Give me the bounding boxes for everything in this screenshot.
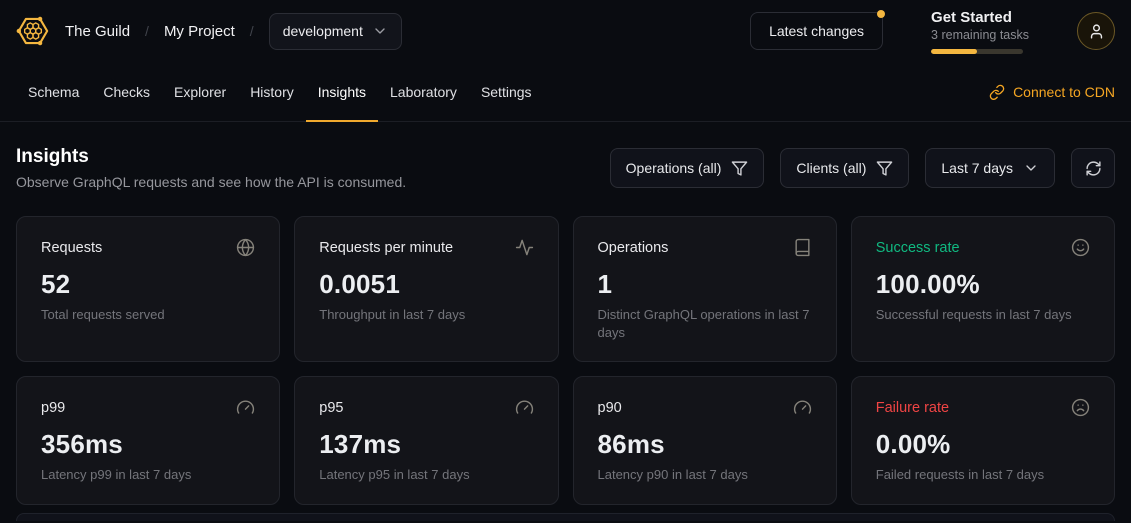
filter-icon	[731, 160, 748, 177]
card-title: Operations	[598, 240, 669, 256]
chevron-down-icon	[1023, 160, 1039, 176]
gauge-icon	[236, 398, 255, 417]
card-title: p90	[598, 400, 622, 416]
tab-label: History	[250, 84, 294, 100]
stat-card-p99: p99 356ms Latency p99 in last 7 days	[16, 376, 280, 505]
page-title: Insights	[16, 146, 406, 168]
tab-checks[interactable]: Checks	[91, 62, 162, 121]
card-description: Latency p99 in last 7 days	[41, 466, 255, 484]
active-tab-underline	[306, 120, 378, 123]
hive-logo[interactable]	[16, 14, 50, 48]
card-description: Latency p95 in last 7 days	[319, 466, 533, 484]
tab-schema[interactable]: Schema	[16, 62, 91, 121]
link-icon	[989, 84, 1005, 100]
tab-label: Explorer	[174, 84, 226, 100]
refresh-button[interactable]	[1071, 148, 1115, 188]
stat-card-failure-rate: Failure rate 0.00% Failed requests in la…	[851, 376, 1115, 505]
latest-changes-button[interactable]: Latest changes	[750, 12, 883, 50]
get-started-progress-track	[931, 49, 1023, 54]
tab-label: Checks	[103, 84, 150, 100]
card-description: Total requests served	[41, 306, 255, 324]
tab-label: Insights	[318, 84, 366, 100]
notification-dot	[877, 10, 885, 18]
card-value: 356ms	[41, 429, 255, 460]
connect-to-cdn-link[interactable]: Connect to CDN	[989, 84, 1115, 100]
filter-controls: Operations (all) Clients (all) Last 7 da…	[610, 148, 1115, 188]
card-title: Success rate	[876, 240, 960, 256]
breadcrumb-org[interactable]: The Guild	[65, 23, 130, 40]
insights-page: Insights Observe GraphQL requests and se…	[0, 122, 1131, 505]
get-started-subtitle: 3 remaining tasks	[931, 28, 1029, 42]
card-value: 0.0051	[319, 269, 533, 300]
card-description: Throughput in last 7 days	[319, 306, 533, 324]
environment-select-value: development	[283, 23, 363, 39]
latest-changes-label: Latest changes	[769, 23, 864, 39]
stat-card-success-rate: Success rate 100.00% Successful requests…	[851, 216, 1115, 362]
book-icon	[793, 238, 812, 257]
frown-icon	[1071, 398, 1090, 417]
operations-filter-button[interactable]: Operations (all)	[610, 148, 765, 188]
tab-settings[interactable]: Settings	[469, 62, 544, 121]
smile-icon	[1071, 238, 1090, 257]
clients-filter-label: Clients (all)	[796, 160, 866, 176]
period-select-value: Last 7 days	[941, 160, 1013, 176]
get-started-title: Get Started	[931, 9, 1029, 26]
section-head: Insights Observe GraphQL requests and se…	[16, 146, 1115, 190]
filter-icon	[876, 160, 893, 177]
stat-card-p95: p95 137ms Latency p95 in last 7 days	[294, 376, 558, 505]
card-value: 137ms	[319, 429, 533, 460]
breadcrumb-separator: /	[250, 23, 254, 39]
card-description: Failed requests in last 7 days	[876, 466, 1090, 484]
tab-history[interactable]: History	[238, 62, 306, 121]
card-title: Requests	[41, 240, 102, 256]
gauge-icon	[793, 398, 812, 417]
activity-icon	[515, 238, 534, 257]
globe-icon	[236, 238, 255, 257]
tab-explorer[interactable]: Explorer	[162, 62, 238, 121]
breadcrumb-project[interactable]: My Project	[164, 23, 235, 40]
tab-label: Laboratory	[390, 84, 457, 100]
cdn-link-label: Connect to CDN	[1013, 84, 1115, 100]
top-header: The Guild / My Project / development Lat…	[0, 0, 1131, 62]
card-description: Successful requests in last 7 days	[876, 306, 1090, 324]
period-select-button[interactable]: Last 7 days	[925, 148, 1055, 188]
stat-card-requests-per-minute: Requests per minute 0.0051 Throughput in…	[294, 216, 558, 362]
breadcrumb-separator: /	[145, 23, 149, 39]
card-title: p99	[41, 400, 65, 416]
card-title: p95	[319, 400, 343, 416]
page-subtitle: Observe GraphQL requests and see how the…	[16, 174, 406, 190]
breadcrumb: The Guild / My Project / development	[16, 13, 402, 50]
operations-filter-label: Operations (all)	[626, 160, 722, 176]
tab-label: Schema	[28, 84, 79, 100]
stat-card-operations: Operations 1 Distinct GraphQL operations…	[573, 216, 837, 362]
user-icon	[1088, 23, 1105, 40]
card-value: 86ms	[598, 429, 812, 460]
card-value: 0.00%	[876, 429, 1090, 460]
stats-grid: Requests 52 Total requests served Reques…	[16, 216, 1115, 505]
stat-card-requests: Requests 52 Total requests served	[16, 216, 280, 362]
stat-card-p90: p90 86ms Latency p90 in last 7 days	[573, 376, 837, 505]
environment-select[interactable]: development	[269, 13, 402, 50]
progress-fill	[931, 49, 977, 54]
tab-label: Settings	[481, 84, 532, 100]
card-title: Failure rate	[876, 400, 949, 416]
tab-insights[interactable]: Insights	[306, 62, 378, 121]
card-description: Latency p90 in last 7 days	[598, 466, 812, 484]
gauge-icon	[515, 398, 534, 417]
card-title: Requests per minute	[319, 240, 453, 256]
get-started-widget[interactable]: Get Started 3 remaining tasks	[931, 9, 1029, 54]
card-value: 100.00%	[876, 269, 1090, 300]
clients-filter-button[interactable]: Clients (all)	[780, 148, 909, 188]
next-section-top-edge	[16, 513, 1115, 521]
refresh-icon	[1085, 160, 1102, 177]
avatar[interactable]	[1077, 12, 1115, 50]
chevron-down-icon	[372, 23, 388, 39]
section-title-block: Insights Observe GraphQL requests and se…	[16, 146, 406, 190]
card-description: Distinct GraphQL operations in last 7 da…	[598, 306, 812, 341]
tab-laboratory[interactable]: Laboratory	[378, 62, 469, 121]
project-tabs: Schema Checks Explorer History Insights …	[0, 62, 1131, 122]
header-right: Latest changes Get Started 3 remaining t…	[750, 9, 1115, 54]
card-value: 52	[41, 269, 255, 300]
card-value: 1	[598, 269, 812, 300]
